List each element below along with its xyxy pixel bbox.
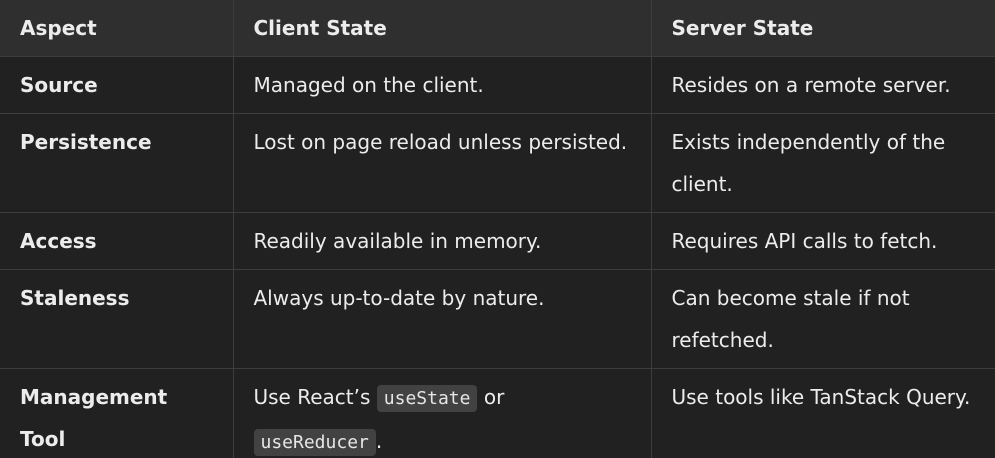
code-usestate: useState	[376, 385, 478, 412]
table-header-row: Aspect Client State Server State	[0, 0, 995, 57]
row-aspect-cell: Persistence	[0, 113, 234, 213]
row-client-cell: Readily available in memory.	[233, 212, 652, 270]
row-aspect-cell: Access	[0, 212, 234, 270]
row-server-cell: Resides on a remote server.	[651, 56, 995, 114]
comparison-table: Aspect Client State Server State Source …	[0, 0, 995, 458]
table-row: Management Tool Use React’s useState or …	[0, 368, 995, 458]
client-text-prefix: Use React’s	[253, 385, 377, 409]
table-body: Source Managed on the client. Resides on…	[0, 56, 995, 458]
row-aspect-cell: Staleness	[0, 269, 234, 369]
table-row: Access Readily available in memory. Requ…	[0, 212, 995, 270]
header-aspect: Aspect	[0, 0, 234, 57]
row-client-cell: Managed on the client.	[233, 56, 652, 114]
header-server-state: Server State	[651, 0, 995, 57]
row-aspect-cell: Source	[0, 56, 234, 114]
row-client-cell: Always up-to-date by nature.	[233, 269, 652, 369]
header-client-state: Client State	[233, 0, 652, 57]
table-header: Aspect Client State Server State	[0, 0, 995, 57]
table-row: Persistence Lost on page reload unless p…	[0, 113, 995, 213]
client-text-middle: or	[477, 385, 505, 409]
row-server-cell: Use tools like TanStack Query.	[651, 368, 995, 458]
row-aspect-cell: Management Tool	[0, 368, 234, 458]
row-server-cell: Can become stale if not refetched.	[651, 269, 995, 369]
row-client-cell: Lost on page reload unless persisted.	[233, 113, 652, 213]
table-row: Source Managed on the client. Resides on…	[0, 56, 995, 114]
row-server-cell: Requires API calls to fetch.	[651, 212, 995, 270]
code-usereducer: useReducer	[253, 429, 376, 456]
row-client-cell: Use React’s useState or useReducer.	[233, 368, 652, 458]
client-text-suffix: .	[375, 429, 383, 453]
table-row: Staleness Always up-to-date by nature. C…	[0, 269, 995, 369]
row-server-cell: Exists independently of the client.	[651, 113, 995, 213]
